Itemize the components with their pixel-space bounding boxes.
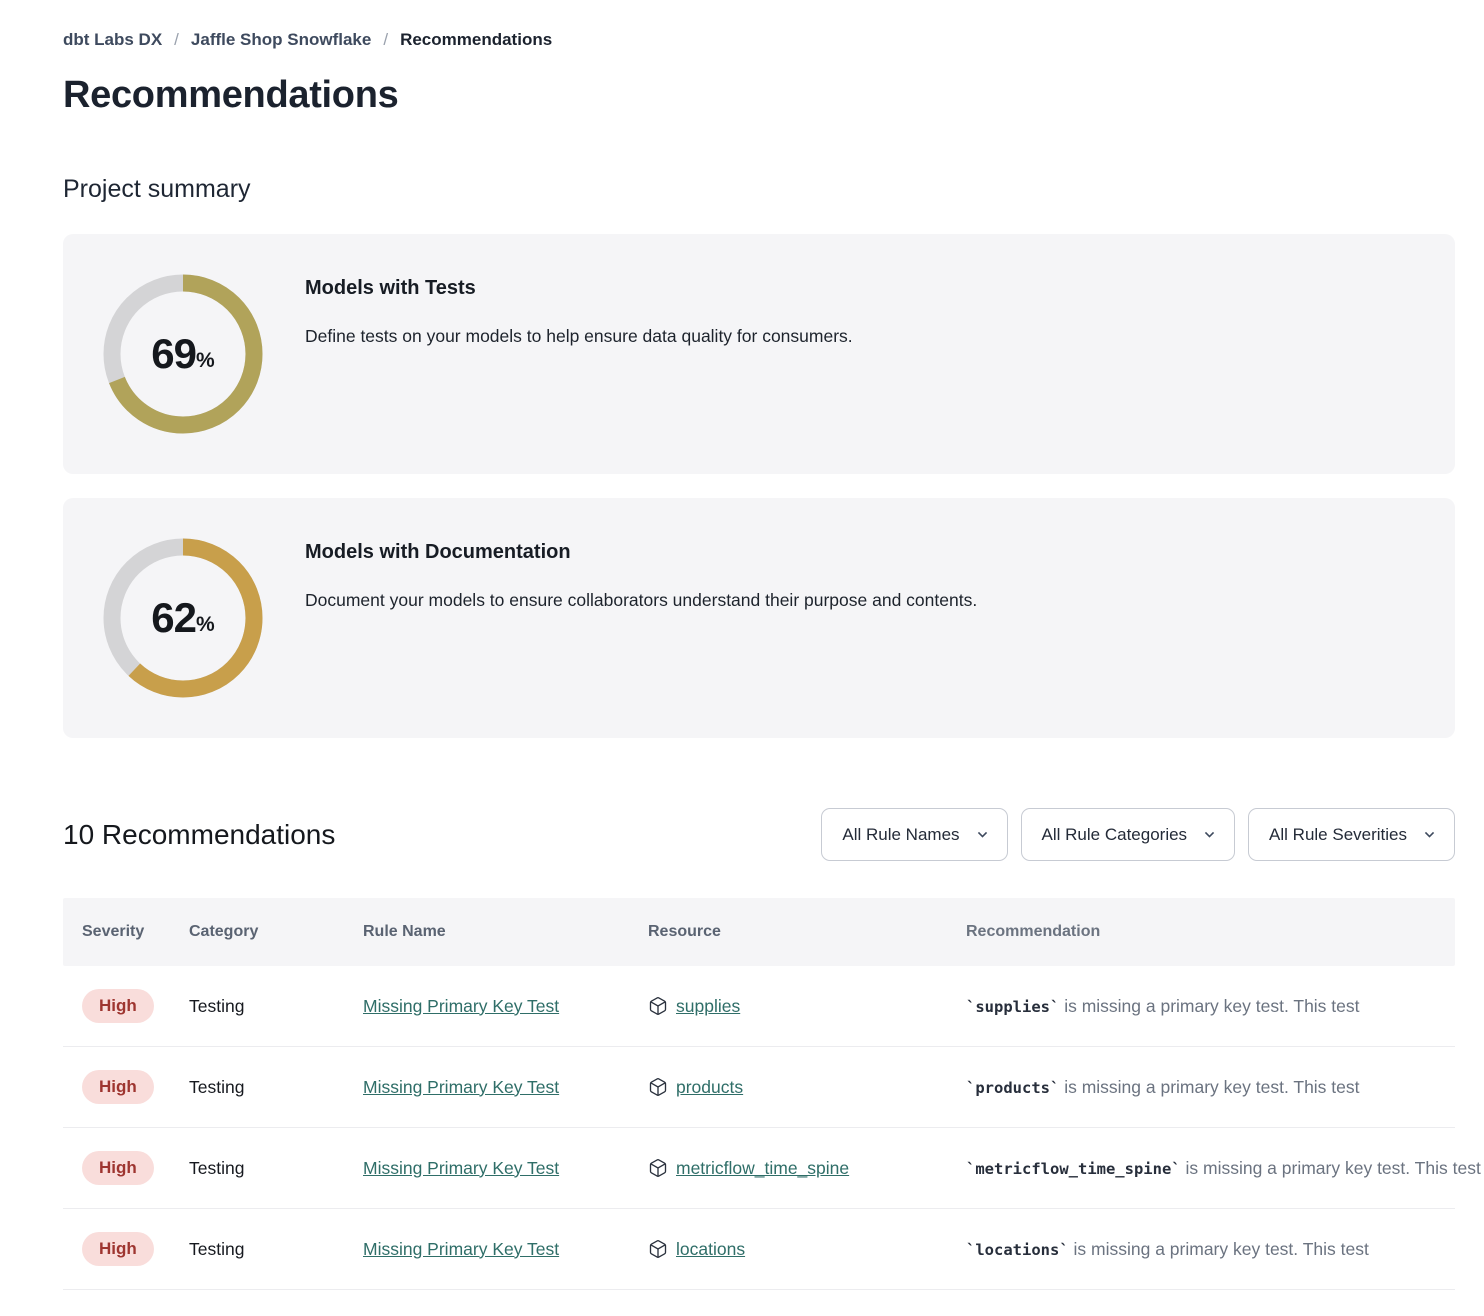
resource-code: `metricflow_time_spine` — [966, 1160, 1181, 1178]
column-header-severity: Severity — [63, 923, 189, 941]
table-header-row: Severity Category Rule Name Resource Rec… — [63, 898, 1455, 966]
severity-badge: High — [82, 1151, 154, 1185]
breadcrumb: dbt Labs DX / Jaffle Shop Snowflake / Re… — [63, 30, 1455, 50]
table-row: High Testing Missing Primary Key Test su… — [63, 966, 1455, 1047]
rule-name-link[interactable]: Missing Primary Key Test — [363, 1158, 559, 1178]
breadcrumb-separator: / — [174, 30, 179, 50]
resource-link[interactable]: products — [676, 1077, 743, 1098]
percent-sign: % — [196, 349, 215, 373]
percent-value: 62 — [151, 594, 196, 642]
resource-code: `products` — [966, 1079, 1059, 1097]
breadcrumb-item-current: Recommendations — [400, 30, 552, 50]
filter-label: All Rule Names — [842, 825, 959, 845]
rule-name-link[interactable]: Missing Primary Key Test — [363, 1239, 559, 1259]
recommendation-cell: `supplies` is missing a primary key test… — [966, 996, 1484, 1017]
table-row: High Testing Missing Primary Key Test pr… — [63, 1047, 1455, 1128]
resource-code: `locations` — [966, 1241, 1069, 1259]
filter-rule-severities-dropdown[interactable]: All Rule Severities — [1248, 808, 1455, 861]
column-header-category: Category — [189, 923, 363, 941]
recommendation-text: is missing a primary key test. This test — [1059, 1077, 1359, 1097]
chevron-down-icon — [976, 828, 989, 841]
summary-card-tests: 69 % Models with Tests Define tests on y… — [63, 234, 1455, 474]
donut-percent-label: 62 % — [103, 538, 263, 698]
filter-rule-names-dropdown[interactable]: All Rule Names — [821, 808, 1007, 861]
table-row: High Testing Missing Primary Key Test lo… — [63, 1209, 1455, 1290]
recommendation-cell: `products` is missing a primary key test… — [966, 1077, 1484, 1098]
card-description: Document your models to ensure collabora… — [305, 590, 977, 611]
category-cell: Testing — [189, 1239, 363, 1260]
rule-name-link[interactable]: Missing Primary Key Test — [363, 1077, 559, 1097]
filter-label: All Rule Categories — [1042, 825, 1188, 845]
project-summary-heading: Project summary — [63, 175, 1455, 204]
resource-link[interactable]: metricflow_time_spine — [676, 1158, 849, 1179]
donut-percent-label: 69 % — [103, 274, 263, 434]
page-title: Recommendations — [63, 74, 1455, 117]
breadcrumb-separator: / — [383, 30, 388, 50]
model-cube-icon — [648, 996, 668, 1016]
tests-donut-chart: 69 % — [103, 274, 263, 434]
recommendation-text: is missing a primary key test. This test — [1059, 996, 1359, 1016]
chevron-down-icon — [1423, 828, 1436, 841]
table-row: High Testing Missing Primary Key Test me… — [63, 1128, 1455, 1209]
recommendation-cell: `metricflow_time_spine` is missing a pri… — [966, 1158, 1484, 1179]
model-cube-icon — [648, 1239, 668, 1259]
severity-badge: High — [82, 1232, 154, 1266]
severity-badge: High — [82, 1070, 154, 1104]
breadcrumb-item-project[interactable]: Jaffle Shop Snowflake — [191, 30, 371, 50]
card-title-models-with-documentation: Models with Documentation — [305, 541, 977, 564]
filter-rule-categories-dropdown[interactable]: All Rule Categories — [1021, 808, 1236, 861]
percent-sign: % — [196, 613, 215, 637]
documentation-donut-chart: 62 % — [103, 538, 263, 698]
breadcrumb-item-account[interactable]: dbt Labs DX — [63, 30, 162, 50]
card-title-models-with-tests: Models with Tests — [305, 277, 853, 300]
summary-card-documentation: 62 % Models with Documentation Document … — [63, 498, 1455, 738]
column-header-resource: Resource — [648, 923, 966, 941]
model-cube-icon — [648, 1158, 668, 1178]
recommendation-cell: `locations` is missing a primary key tes… — [966, 1239, 1484, 1260]
column-header-recommendation: Recommendation — [966, 923, 1484, 941]
resource-code: `supplies` — [966, 998, 1059, 1016]
filter-bar: All Rule Names All Rule Categories All R… — [821, 808, 1455, 861]
recommendations-table: Severity Category Rule Name Resource Rec… — [63, 898, 1455, 1290]
rule-name-link[interactable]: Missing Primary Key Test — [363, 996, 559, 1016]
recommendation-text: is missing a primary key test. This test — [1069, 1239, 1369, 1259]
model-cube-icon — [648, 1077, 668, 1097]
percent-value: 69 — [151, 330, 196, 378]
category-cell: Testing — [189, 996, 363, 1017]
severity-badge: High — [82, 989, 154, 1023]
column-header-rule-name: Rule Name — [363, 923, 648, 941]
recommendation-text: is missing a primary key test. This test — [1181, 1158, 1481, 1178]
recommendations-page: dbt Labs DX / Jaffle Shop Snowflake / Re… — [0, 0, 1484, 1290]
resource-link[interactable]: locations — [676, 1239, 745, 1260]
recommendations-count-heading: 10 Recommendations — [63, 819, 335, 851]
category-cell: Testing — [189, 1077, 363, 1098]
category-cell: Testing — [189, 1158, 363, 1179]
chevron-down-icon — [1203, 828, 1216, 841]
filter-label: All Rule Severities — [1269, 825, 1407, 845]
card-description: Define tests on your models to help ensu… — [305, 326, 853, 347]
resource-link[interactable]: supplies — [676, 996, 740, 1017]
